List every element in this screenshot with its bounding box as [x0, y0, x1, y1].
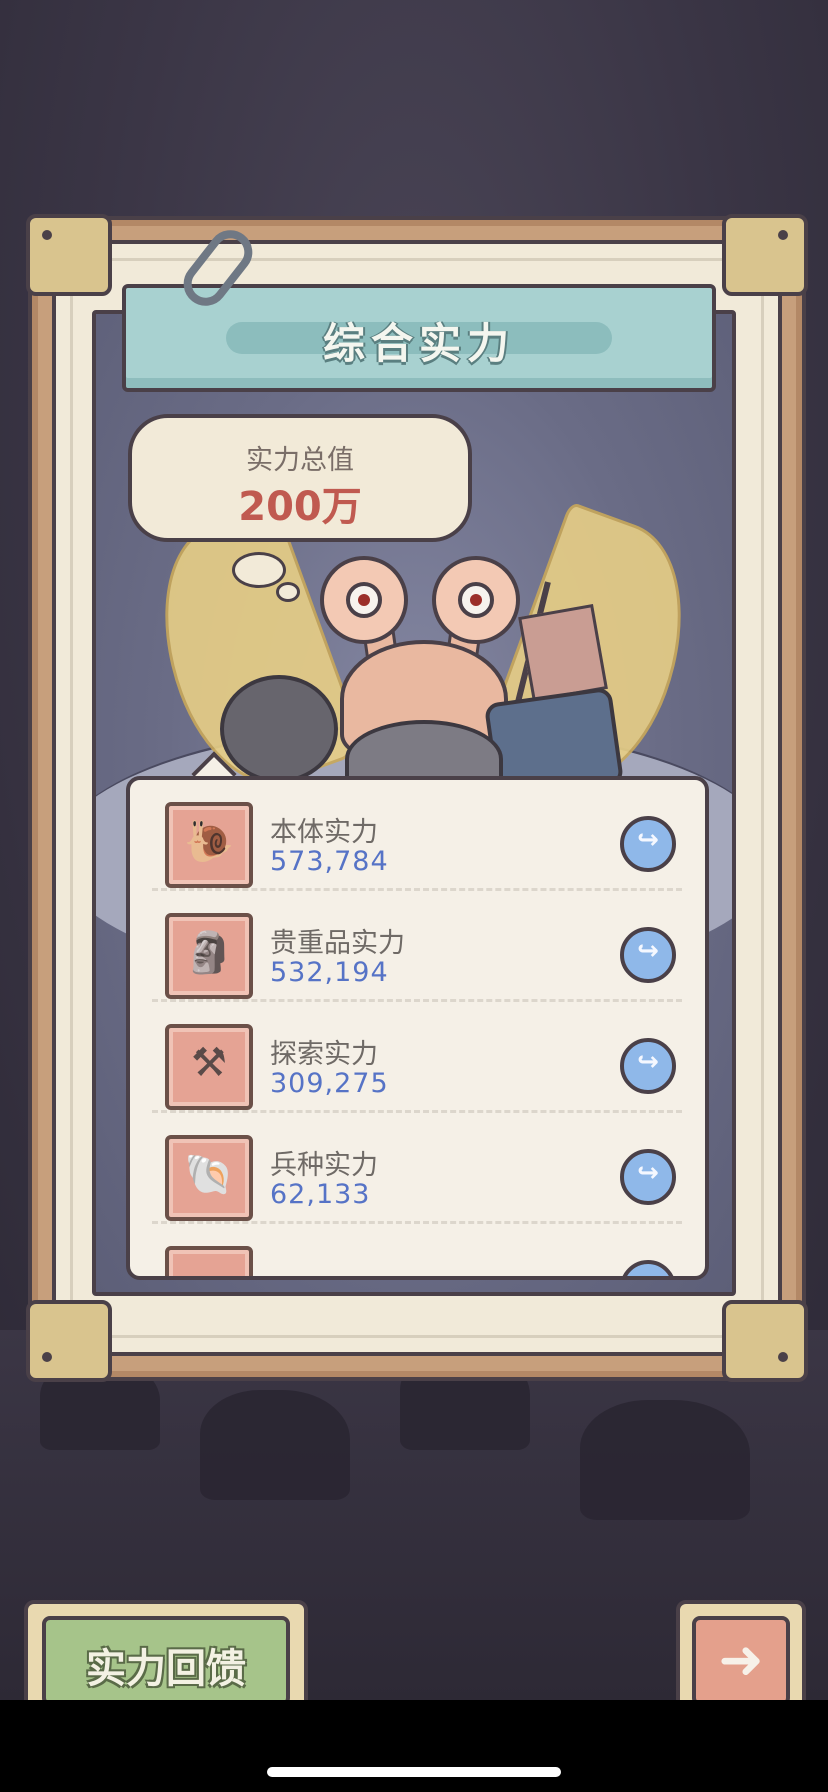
flag	[518, 604, 608, 702]
list-item: 🐌 本体实力 573,784 ↪	[130, 780, 705, 891]
frame-corner-bottom-left	[26, 1300, 112, 1382]
arrow-icon: ↪	[637, 936, 659, 966]
total-power-label: 实力总值	[246, 445, 354, 476]
snail-glyph: 🐌	[184, 819, 234, 865]
page-title: 综合实力	[322, 319, 515, 368]
frame-corner-bottom-right	[722, 1300, 808, 1382]
thought-dot	[276, 582, 300, 602]
list-item: ⚒ 探索实力 309,275 ↪	[130, 1002, 705, 1113]
power-feedback-button-face: 实力回馈	[42, 1616, 290, 1706]
power-value: 309,275	[270, 1068, 389, 1099]
pupil	[346, 582, 382, 618]
bust-icon: 🗿	[165, 913, 253, 999]
go-button[interactable]: ↪	[620, 927, 676, 983]
list-item: 🗿 贵重品实力 532,194 ↪	[130, 891, 705, 1002]
power-name: 探索实力	[270, 1039, 378, 1070]
mace	[220, 675, 338, 783]
power-name: 本体实力	[270, 817, 378, 848]
thought-dot	[232, 552, 286, 588]
explore-glyph: ⚒	[191, 1040, 227, 1086]
frame-corner-top-left	[26, 214, 112, 296]
next-button-face: ➜	[692, 1616, 790, 1706]
go-button[interactable]: ↪	[620, 1038, 676, 1094]
home-indicator[interactable]	[267, 1767, 561, 1777]
nail	[42, 1352, 52, 1362]
rock	[200, 1390, 350, 1500]
nail	[778, 230, 788, 240]
power-list[interactable]: 🐌 本体实力 573,784 ↪ 🗿 贵重品实力 532,194 ↪ ⚒ 探索实…	[126, 776, 709, 1280]
list-item-partial	[130, 1224, 705, 1276]
arrow-icon: ↪	[637, 1158, 659, 1188]
pupil	[458, 582, 494, 618]
go-button[interactable]: ↪	[620, 816, 676, 872]
arrow-icon: ↪	[637, 1047, 659, 1077]
home-bar-area	[0, 1700, 828, 1792]
list-item: 🐚 兵种实力 62,133 ↪	[130, 1113, 705, 1224]
snail-eye-right	[432, 556, 520, 644]
arrow-right-icon: ➜	[718, 1628, 764, 1691]
power-feedback-label: 实力回馈	[86, 1646, 246, 1692]
nail	[42, 230, 52, 240]
nail	[778, 1352, 788, 1362]
power-value: 532,194	[270, 957, 389, 988]
power-name: 贵重品实力	[270, 928, 405, 959]
troop-icon: 🐚	[165, 1135, 253, 1221]
troop-glyph: 🐚	[184, 1152, 234, 1198]
arrow-icon: ↪	[637, 825, 659, 855]
go-button[interactable]: ↪	[620, 1149, 676, 1205]
frame-corner-top-right	[722, 214, 808, 296]
total-power-bubble: 实力总值 200万	[128, 414, 472, 542]
bust-glyph: 🗿	[184, 930, 234, 976]
rock	[580, 1400, 750, 1520]
go-button[interactable]	[620, 1260, 676, 1276]
snail-eye-left	[320, 556, 408, 644]
explore-icon: ⚒	[165, 1024, 253, 1110]
partial-icon	[165, 1246, 253, 1276]
power-value: 573,784	[270, 846, 389, 877]
power-value: 62,133	[270, 1179, 371, 1210]
total-power-value: 200万	[238, 484, 362, 530]
snail-icon: 🐌	[165, 802, 253, 888]
power-name: 兵种实力	[270, 1150, 378, 1181]
